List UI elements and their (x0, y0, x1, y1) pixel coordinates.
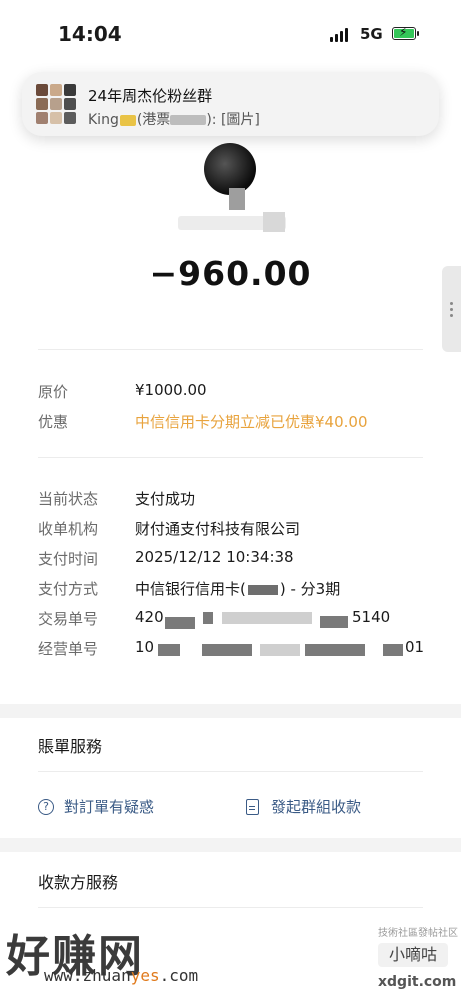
network-type: 5G (360, 25, 383, 43)
discount-label: 优惠 (38, 413, 69, 431)
trade-number-label: 交易单号 (38, 610, 99, 628)
original-price-label: 原价 (38, 383, 69, 401)
institution-label: 收单机构 (38, 520, 99, 538)
group-collect-label: 發起群組收款 (271, 798, 362, 816)
order-question-link[interactable]: ? 對訂單有疑惑 (38, 796, 154, 817)
watermark-small-text: 技術社區發帖社区 (378, 928, 458, 939)
redaction-mask (202, 644, 252, 656)
section-gap (0, 838, 461, 852)
status-value: 支付成功 (135, 490, 196, 508)
section-gap (0, 704, 461, 718)
original-price-value: ¥1000.00 (135, 381, 207, 399)
question-icon: ? (38, 798, 54, 815)
institution-value: 财付通支付科技有限公司 (135, 520, 301, 538)
discount-value: 中信信用卡分期立减已优惠¥40.00 (135, 413, 368, 431)
redaction-mask (383, 644, 403, 656)
group-avatar (36, 84, 76, 124)
notification-sender: King (88, 112, 119, 128)
bill-services-title: 賬單服務 (38, 737, 103, 756)
notification-sender-detail: (港票 (136, 112, 171, 128)
redaction-mask (203, 612, 213, 624)
id-card-icon (119, 114, 136, 126)
divider (38, 907, 423, 908)
watermark-url-part: www.zhuan (44, 966, 131, 985)
status-bar: 14:04 5G ⚡ (0, 0, 461, 60)
payee-services-title: 收款方服務 (38, 873, 119, 892)
document-icon (246, 798, 259, 815)
payment-method-label: 支付方式 (38, 580, 99, 598)
trade-number-start: 420 (135, 608, 164, 626)
group-collect-link[interactable]: 發起群組收款 (246, 796, 361, 817)
redaction-mask (320, 616, 348, 628)
signal-icon (330, 28, 348, 42)
merchant-number-start: 10 (135, 638, 155, 656)
status-label: 当前状态 (38, 490, 99, 508)
payment-method-suffix: ) - 分3期 (279, 580, 341, 598)
redacted-card-digits (247, 584, 278, 595)
watermark-right-logo: 小嘀咕 (378, 943, 448, 967)
divider (38, 771, 423, 772)
redaction-mask (260, 644, 300, 656)
chat-notification-banner[interactable]: 24年周杰伦粉丝群 King (港票 ): [圖片] (22, 72, 439, 136)
redaction-mask (229, 188, 245, 210)
merchant-number-end: 01 (405, 638, 425, 656)
watermark-right-url: xdgit.com (378, 974, 457, 990)
notification-message-suffix: ): [圖片] (206, 112, 260, 128)
payment-method-prefix: 中信银行信用卡( (135, 580, 246, 598)
notification-group-name: 24年周杰伦粉丝群 (88, 87, 213, 105)
battery-icon: ⚡ (392, 25, 419, 40)
divider (38, 457, 423, 458)
redacted-text (170, 115, 207, 125)
redaction-mask (165, 617, 195, 629)
redaction-mask (222, 612, 312, 624)
order-question-label: 對訂單有疑惑 (64, 798, 155, 816)
status-time: 14:04 (58, 22, 122, 46)
redaction-mask (263, 212, 285, 232)
payment-time-value: 2025/12/12 10:34:38 (135, 548, 294, 566)
payment-time-label: 支付时间 (38, 550, 99, 568)
floating-side-handle[interactable] (442, 266, 461, 352)
watermark-url: www.zhuanyes.com (44, 966, 198, 985)
payment-method-value: 中信银行信用卡( ) - 分3期 (135, 578, 340, 599)
notification-message: King (港票 ): [圖片] (88, 109, 260, 129)
redaction-mask (305, 644, 365, 656)
divider (38, 349, 423, 350)
watermark-url-part: yes (130, 966, 160, 985)
payment-amount: −960.00 (149, 254, 312, 293)
redaction-mask (158, 644, 180, 656)
merchant-number-label: 经营单号 (38, 640, 99, 658)
trade-number-end: 5140 (352, 608, 391, 626)
watermark-url-part: .com (159, 966, 199, 985)
